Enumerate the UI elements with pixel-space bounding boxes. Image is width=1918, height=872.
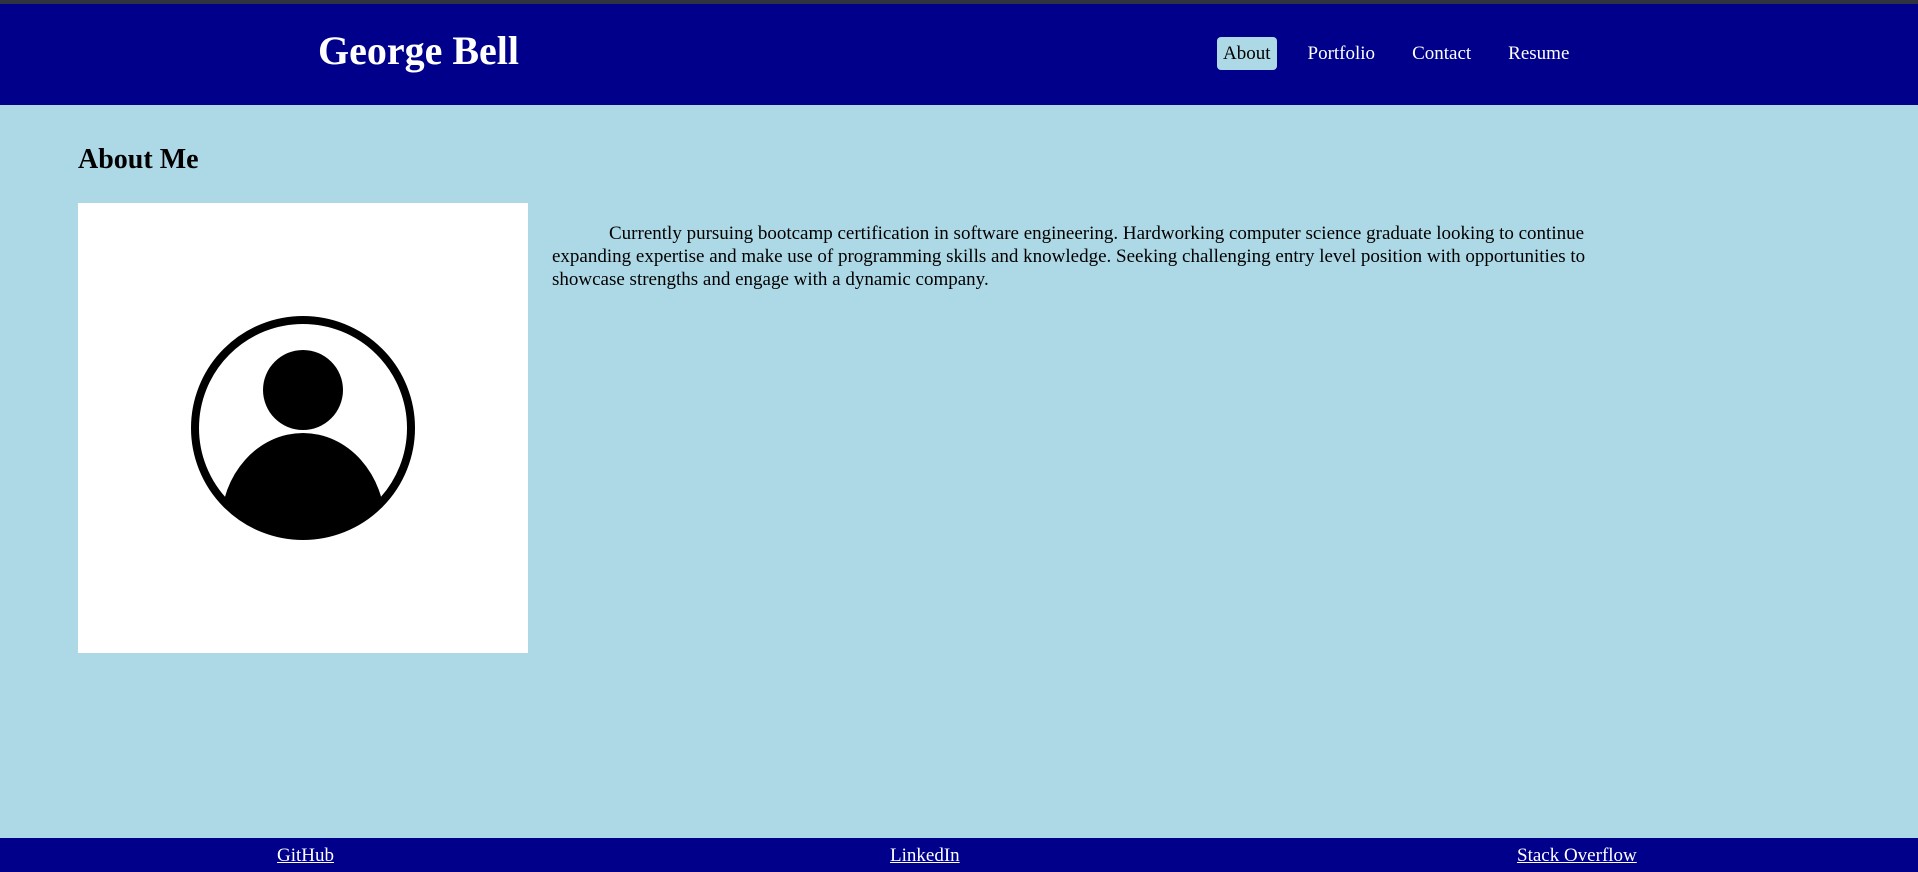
profile-image xyxy=(78,203,528,653)
main-nav: About Portfolio Contact Resume xyxy=(1217,37,1600,70)
nav-contact-link[interactable]: Contact xyxy=(1406,37,1477,70)
nav-resume-link[interactable]: Resume xyxy=(1502,37,1575,70)
nav-about-link[interactable]: About xyxy=(1217,37,1277,70)
bio-text: Currently pursuing bootcamp certificatio… xyxy=(552,223,1586,290)
stack-overflow-link[interactable]: Stack Overflow xyxy=(1517,845,1637,866)
user-circle-icon xyxy=(191,316,415,540)
nav-portfolio-link[interactable]: Portfolio xyxy=(1302,37,1382,70)
site-header: George Bell About Portfolio Contact Resu… xyxy=(0,4,1918,105)
about-heading: About Me xyxy=(78,144,199,175)
linkedin-link[interactable]: LinkedIn xyxy=(890,845,960,866)
site-footer: GitHub LinkedIn Stack Overflow xyxy=(0,838,1918,872)
github-link[interactable]: GitHub xyxy=(277,845,334,866)
site-title: George Bell xyxy=(318,28,520,73)
